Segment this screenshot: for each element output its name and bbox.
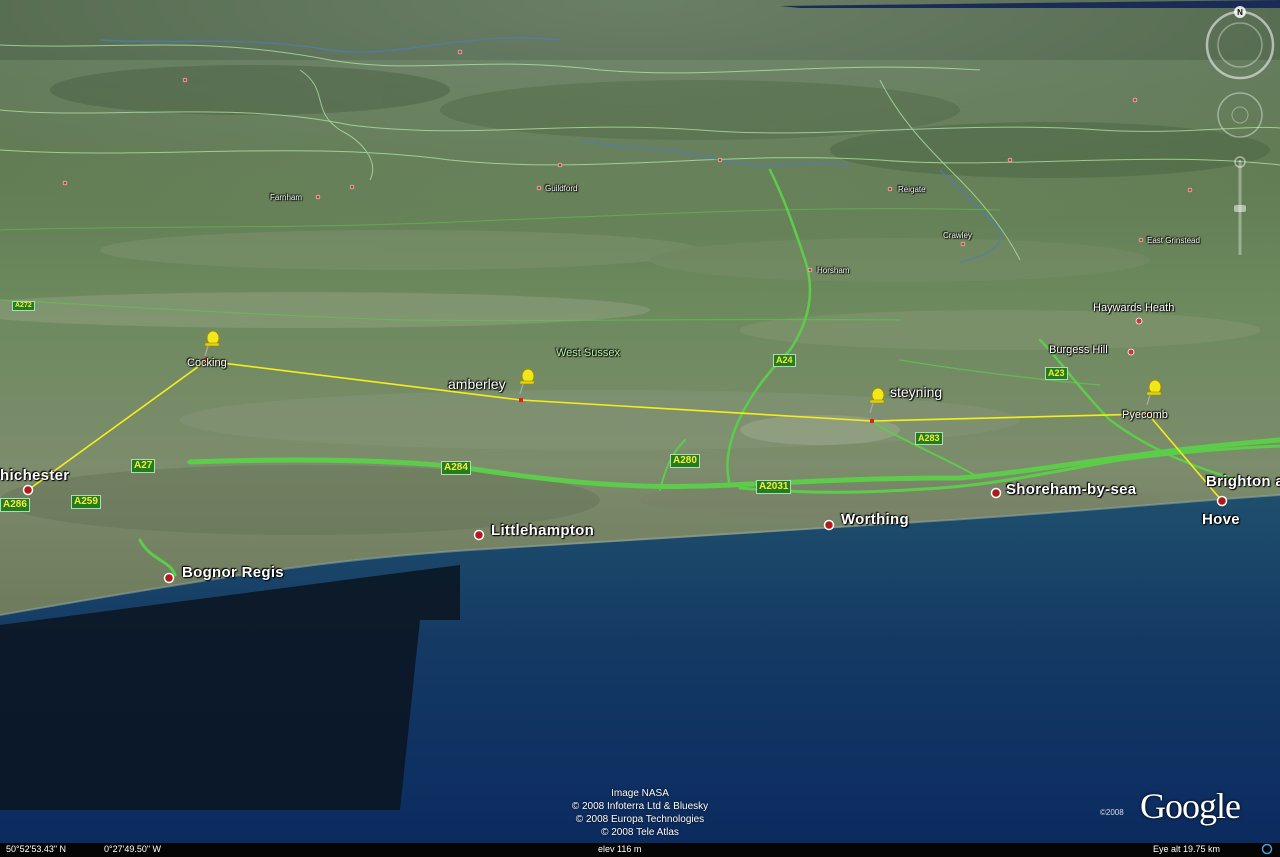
placemark-label-steyning[interactable]: steyning: [890, 384, 942, 400]
town-label-chichester[interactable]: hichester: [0, 467, 69, 484]
road-shield-a284: A284: [441, 461, 471, 475]
look-joystick[interactable]: [1217, 92, 1263, 138]
town-label-guildford[interactable]: Guildford: [545, 184, 577, 193]
county-label-west-sussex: West Sussex: [556, 347, 620, 359]
streaming-indicator-icon: [1261, 843, 1273, 857]
road-shield-a27: A27: [131, 459, 156, 473]
town-label-bognor-regis[interactable]: Bognor Regis: [182, 564, 284, 581]
town-label-haywards-heath[interactable]: Haywards Heath: [1093, 302, 1174, 314]
road-shield-a259: A259: [71, 495, 101, 509]
road-shield-a24: A24: [773, 354, 796, 367]
compass-north-label: N: [1237, 8, 1243, 17]
road-shield-a280: A280: [670, 454, 700, 468]
town-label-reigate[interactable]: Reigate: [898, 185, 926, 194]
town-label-burgess-hill[interactable]: Burgess Hill: [1049, 344, 1108, 356]
imagery-attribution: Image NASA © 2008 Infoterra Ltd & Bluesk…: [571, 788, 709, 838]
road-shield-a283: A283: [915, 432, 943, 445]
town-label-hove[interactable]: Hove: [1202, 511, 1240, 528]
placemark-label-pyecomb[interactable]: Pyecomb: [1122, 409, 1168, 421]
placemark-label-amberley[interactable]: amberley: [448, 376, 506, 392]
status-eye-altitude: Eye alt 19.75 km: [1153, 844, 1221, 854]
road-shield-a23: A23: [1045, 367, 1068, 380]
google-logo: Google: [1140, 786, 1241, 826]
placemark-label-cocking[interactable]: Cocking: [187, 357, 227, 369]
town-label-littlehampton[interactable]: Littlehampton: [491, 522, 594, 539]
zoom-slider[interactable]: [1234, 156, 1246, 255]
logo-copyright: ©2008: [1100, 808, 1124, 817]
status-longitude: 0°27'49.50" W: [104, 844, 162, 854]
town-label-worthing[interactable]: Worthing: [841, 511, 909, 528]
town-label-shoreham-by-sea[interactable]: Shoreham-by-sea: [1006, 481, 1136, 498]
navigation-controls[interactable]: N: [1200, 0, 1280, 260]
town-label-brighton[interactable]: Brighton a: [1206, 473, 1280, 490]
town-label-horsham[interactable]: Horsham: [817, 266, 849, 275]
town-label-crawley[interactable]: Crawley: [943, 231, 972, 240]
status-bar: 50°52'53.43" N 0°27'49.50" W elev 116 m …: [0, 843, 1280, 857]
status-latitude: 50°52'53.43" N: [6, 844, 67, 854]
status-elevation: elev 116 m: [598, 844, 642, 854]
terrain-svg: [0, 0, 1280, 857]
town-label-farnham[interactable]: Farnham: [270, 193, 302, 202]
road-shield-a272: A272: [12, 301, 35, 311]
road-shield-a286: A286: [0, 498, 30, 512]
town-label-east-grinstead[interactable]: East Grinstead: [1147, 236, 1200, 245]
road-shield-a2031: A2031: [756, 480, 792, 494]
earth-view[interactable]: Farnham Guildford Reigate Crawley East G…: [0, 0, 1280, 857]
